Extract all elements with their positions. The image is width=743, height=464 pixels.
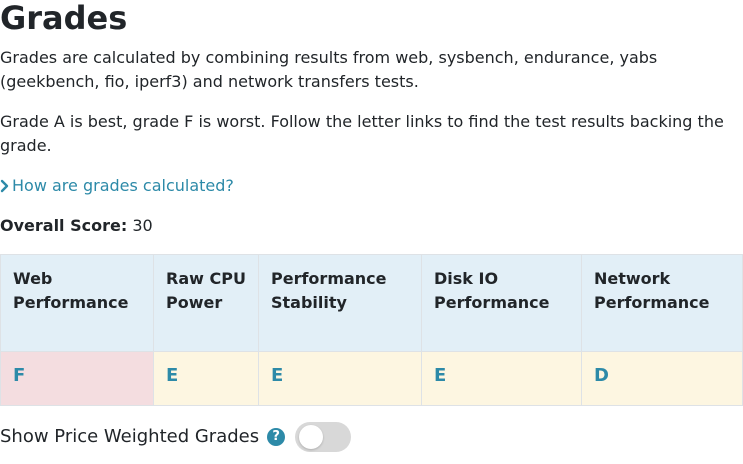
grade-link-disk-io[interactable]: E bbox=[434, 365, 446, 386]
grade-link-cpu[interactable]: E bbox=[166, 365, 178, 386]
explain-text: Grade A is best, grade F is worst. Follo… bbox=[0, 112, 724, 155]
header-disk-io-performance: Disk IO Performance bbox=[421, 254, 582, 352]
grade-link-web[interactable]: F bbox=[13, 365, 25, 386]
grade-link-network[interactable]: D bbox=[594, 365, 609, 386]
question-circle-icon[interactable]: ? bbox=[267, 428, 286, 446]
grade-cell-disk-io: E bbox=[421, 351, 582, 406]
grade-cell-network: D bbox=[581, 351, 743, 406]
header-network-performance: Network Performance bbox=[581, 254, 743, 352]
grades-calculation-label: How are grades calculated? bbox=[12, 176, 234, 195]
grade-cell-stability: E bbox=[258, 351, 422, 406]
header-performance-stability: Performance Stability bbox=[258, 254, 422, 352]
overall-score: Overall Score: 30 bbox=[0, 214, 153, 238]
toggle-knob bbox=[299, 425, 324, 449]
price-weighted-row: Show Price Weighted Grades ? bbox=[0, 422, 352, 452]
intro-text: Grades are calculated by combining resul… bbox=[0, 48, 658, 91]
grade-cell-web: F bbox=[0, 351, 154, 406]
overall-score-label: Overall Score: bbox=[0, 216, 128, 235]
grades-calculation-link[interactable]: How are grades calculated? bbox=[0, 174, 234, 198]
header-web-performance: Web Performance bbox=[0, 254, 154, 352]
grade-cell-cpu: E bbox=[153, 351, 259, 406]
price-weighted-toggle[interactable] bbox=[295, 422, 352, 452]
overall-score-value: 30 bbox=[132, 216, 153, 235]
price-weighted-label: Show Price Weighted Grades bbox=[0, 426, 260, 447]
grades-table: Web Performance Raw CPU Power Performanc… bbox=[0, 254, 743, 406]
grades-page: Grades Grades are calculated by combinin… bbox=[0, 0, 743, 464]
header-raw-cpu-power: Raw CPU Power bbox=[153, 254, 259, 352]
grade-link-stability[interactable]: E bbox=[271, 365, 283, 386]
grades-row: F E E E D bbox=[0, 351, 743, 406]
grades-header-row: Web Performance Raw CPU Power Performanc… bbox=[0, 254, 743, 352]
page-title: Grades bbox=[0, 0, 128, 37]
chevron-right-icon bbox=[0, 179, 9, 193]
